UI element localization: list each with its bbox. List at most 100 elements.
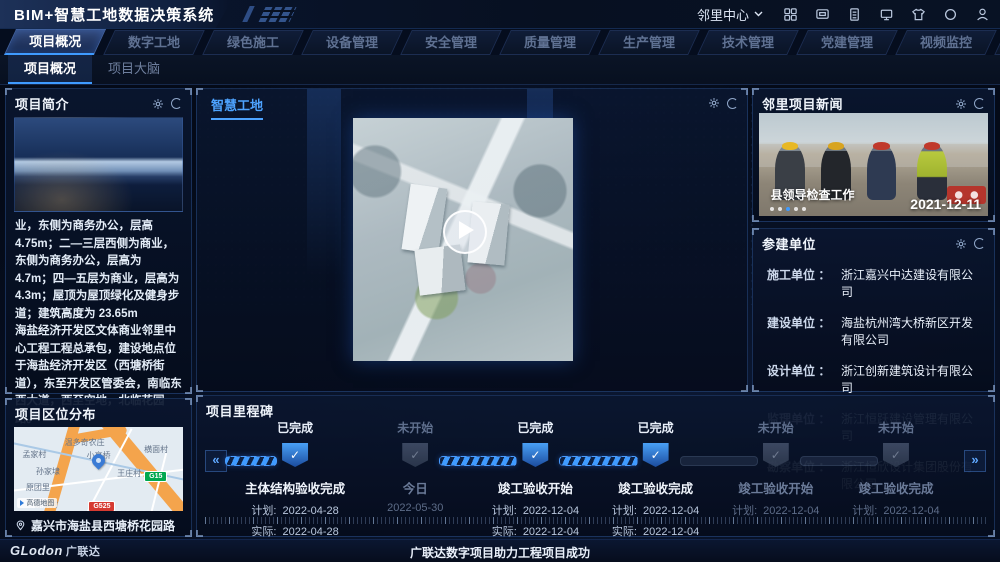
milestone-plan-date: 计划: 2022-12-04 (836, 502, 956, 518)
timeline-ruler (205, 517, 986, 524)
actual-date: 2022-12-04 (523, 526, 579, 538)
panel-project-news: 邻里项目新闻 县领导检查工作 2021-12-11 (752, 88, 995, 222)
actual-date: 2022-12-04 (643, 526, 699, 538)
milestone-plan-date: 计划:2022-12-04 (596, 502, 716, 518)
gear-icon[interactable] (955, 238, 967, 250)
dashboard-root: BIM+智慧工地数据决策系统 邻里中心 项目概况 数字工地 绿色施工 设备管理 (0, 0, 1000, 562)
milestone-shield-check-icon: ✓ (643, 443, 669, 467)
panel-project-milestones: 项目里程碑 « 已完成 ✓ 主体结构验收完成 计划:2022-04-28 实际:… (196, 395, 995, 537)
refresh-icon[interactable] (171, 98, 182, 109)
panel-actions (152, 98, 182, 110)
nav-tab-digital-site[interactable]: 数字工地 (103, 30, 205, 55)
map-place-label: 原团里 (26, 482, 50, 493)
tab-smart-site[interactable]: 智慧工地 (211, 95, 263, 120)
milestone-item: 未开始 ✓ 竣工验收完成 计划:2022-12-04 (836, 418, 956, 514)
milestone-plan-date: 计划:2022-12-04 (475, 502, 595, 518)
nav-tab-project-overview[interactable]: 项目概况 (4, 29, 106, 55)
top-header: BIM+智慧工地数据决策系统 邻里中心 (0, 0, 1000, 29)
milestone-title: 竣工验收开始 (716, 478, 836, 497)
nav-tab-production[interactable]: 生产管理 (598, 30, 700, 55)
milestone-shield-icon: ✓ (763, 443, 789, 467)
nav-tab-video-monitoring[interactable]: 视频监控 (895, 30, 997, 55)
user-icon[interactable] (975, 7, 990, 22)
nav-tab-material-acceptance[interactable]: 物料验收 (994, 30, 1000, 55)
actual-label: 实际: (492, 526, 517, 538)
news-photo[interactable]: 县领导检查工作 2021-12-11 (759, 113, 988, 216)
plan-label: 计划: (251, 505, 276, 517)
sub-tab-project-overview[interactable]: 项目概况 (8, 55, 92, 84)
milestone-track: « 已完成 ✓ 主体结构验收完成 计划:2022-04-28 实际:2022-0… (205, 418, 986, 524)
milestone-prev-button[interactable]: « (205, 450, 227, 472)
play-button[interactable] (443, 210, 487, 254)
ring-icon[interactable] (943, 7, 958, 22)
panel-project-intro: 项目简介 业，东侧为商务办公，层高 4.75m；二—三层西侧为商业，东侧为商务办… (5, 88, 192, 394)
unit-label: 设计单位 ： (767, 362, 841, 379)
panel-header: 项目区位分布 (6, 399, 191, 426)
milestone-progress-bar (800, 456, 878, 466)
nav-tab-technology[interactable]: 技术管理 (697, 30, 799, 55)
refresh-icon[interactable] (974, 238, 985, 249)
highway-badge-g525: G525 (88, 501, 115, 511)
plan-label: 计划: (732, 505, 757, 517)
milestone-progress-bar (680, 456, 758, 466)
gear-icon[interactable] (152, 98, 164, 110)
milestone-plan-date: 计划: 2022-12-04 (716, 502, 836, 518)
unit-label: 施工单位 ： (767, 266, 841, 283)
nav-tab-label: 安全管理 (425, 31, 477, 54)
carousel-dot[interactable] (794, 207, 798, 211)
milestone-status: 未开始 (836, 419, 956, 436)
map-canvas[interactable]: 孟家村 温多奇农庄 横面村 小亭桥 王庄村 孙家埭 原团里 徐家村 G15 G5… (14, 427, 183, 511)
milestone-status: 已完成 (475, 419, 595, 436)
project-selector-dropdown[interactable]: 邻里中心 (697, 5, 763, 24)
carousel-dot[interactable] (770, 207, 774, 211)
carousel-dot-active[interactable] (786, 207, 790, 211)
milestone-plan-date: 2022-05-30 (355, 502, 475, 514)
panel-project-location: 项目区位分布 孟家村 温多奇农庄 横面村 小亭桥 王庄村 孙家埭 原团里 徐家村… (5, 398, 192, 537)
plan-label: 计划: (612, 505, 637, 517)
gear-icon[interactable] (708, 97, 720, 109)
vest-icon[interactable] (911, 7, 926, 22)
header-right: 邻里中心 (697, 0, 990, 28)
nav-tab-green-construction[interactable]: 绿色施工 (202, 30, 304, 55)
app-title: BIM+智慧工地数据决策系统 (14, 4, 214, 25)
header-icons (783, 7, 990, 22)
sub-tab-project-brain[interactable]: 项目大脑 (92, 55, 176, 84)
refresh-icon[interactable] (974, 98, 985, 109)
monitor-icon[interactable] (815, 7, 830, 22)
unit-value: 海盐杭州湾大桥新区开发有限公司 (841, 314, 980, 348)
milestone-shield-check-icon: ✓ (522, 443, 548, 467)
panel-title: 项目简介 (15, 94, 69, 113)
plan-label: 计划: (852, 505, 877, 517)
unit-row: 设计单位 ： 浙江创新建筑设计有限公司 (767, 362, 980, 396)
apps-grid-icon[interactable] (783, 7, 798, 22)
tower-building (401, 184, 447, 254)
nav-tab-quality[interactable]: 质量管理 (499, 30, 601, 55)
project-rendering-image (14, 117, 183, 212)
report-icon[interactable] (847, 7, 862, 22)
highway-badge-g15: G15 (144, 471, 167, 482)
carousel-dot[interactable] (802, 207, 806, 211)
milestone-status: 未开始 (355, 419, 475, 436)
milestone-title: 主体结构验收完成 (235, 478, 355, 497)
milestone-actual-date: 实际: 2022-04-28 (235, 523, 355, 539)
actual-label: 实际: (251, 526, 276, 538)
map-place-label: 孟家村 (22, 449, 46, 460)
plan-date: 2022-12-04 (883, 505, 939, 517)
nav-tab-safety[interactable]: 安全管理 (400, 30, 502, 55)
milestone-title: 今日 (355, 478, 475, 497)
refresh-icon[interactable] (727, 98, 738, 109)
gear-icon[interactable] (955, 98, 967, 110)
main-nav: 项目概况 数字工地 绿色施工 设备管理 安全管理 质量管理 生产管理 技术管理 … (0, 28, 1000, 55)
title-block: BIM+智慧工地数据决策系统 (0, 0, 232, 28)
plan-date: 2022-12-04 (763, 505, 819, 517)
milestone-actual-date: 实际: 2022-12-04 (475, 523, 595, 539)
carousel-dot[interactable] (778, 207, 782, 211)
video-thumbnail[interactable] (353, 118, 573, 361)
actual-date: 2022-04-28 (282, 526, 338, 538)
milestone-item-today: 未开始 ✓ 今日 2022-05-30 (355, 418, 475, 514)
nav-tab-equipment[interactable]: 设备管理 (301, 30, 403, 55)
nav-tab-party-building[interactable]: 党建管理 (796, 30, 898, 55)
plan-date: 2022-12-04 (523, 505, 579, 517)
display-icon[interactable] (879, 7, 894, 22)
milestone-next-button[interactable]: » (964, 450, 986, 472)
